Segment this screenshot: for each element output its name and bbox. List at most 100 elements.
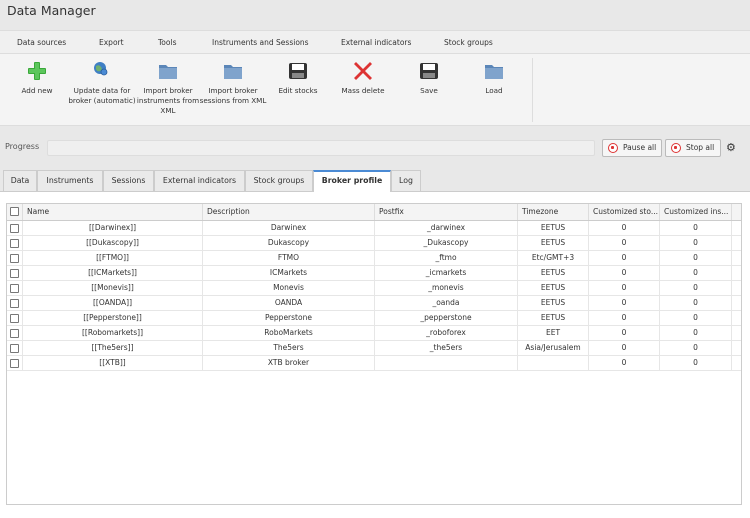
cell-customized-instruments: 0 (660, 251, 732, 266)
table-row[interactable]: [[Pepperstone]] Pepperstone _pepperstone EE… (7, 311, 741, 326)
row-checkbox[interactable] (10, 284, 19, 293)
row-checkbox[interactable] (10, 224, 19, 233)
table-row[interactable]: [[Monevis]] Monevis _monevis EETUS 0 0 (7, 281, 741, 296)
cell-customized-instruments: 0 (660, 356, 732, 371)
menu-tools[interactable]: Tools (158, 38, 176, 47)
cell-postfix: _pepperstone (375, 311, 518, 326)
table-row[interactable]: [[OANDA]] OANDA _oanda EETUS 0 0 (7, 296, 741, 311)
col-description[interactable]: Description (203, 204, 375, 220)
gear-icon[interactable]: ⚙ (726, 141, 736, 154)
table-row[interactable]: [[Dukascopy]] Dukascopy _Dukascopy EETUS 0 0 (7, 236, 741, 251)
tab-external-indicators[interactable]: External indicators (154, 170, 245, 191)
cell-name: [[ICMarkets]] (23, 266, 203, 281)
tab-sessions[interactable]: Sessions (103, 170, 154, 191)
cell-customized-instruments: 0 (660, 236, 732, 251)
table-row[interactable]: [[Darwinex]] Darwinex _darwinex EETUS 0 0 (7, 221, 741, 236)
cell-name: [[Monevis]] (23, 281, 203, 296)
edit-stocks-button[interactable]: Edit stocks (263, 60, 333, 96)
cell-customized-stocks: 0 (589, 296, 660, 311)
progress-label: Progress (5, 142, 40, 151)
title-bar: Data Manager (0, 0, 750, 30)
cell-customized-instruments: 0 (660, 341, 732, 356)
col-name[interactable]: Name (23, 204, 203, 220)
tab-stock-groups[interactable]: Stock groups (245, 170, 313, 191)
cell-name: [[Pepperstone]] (23, 311, 203, 326)
toolbar: Add new Update data for broker (automati… (0, 54, 750, 126)
mass-delete-button[interactable]: Mass delete (328, 60, 398, 96)
pause-all-label: Pause all (623, 143, 657, 152)
row-checkbox[interactable] (10, 299, 19, 308)
cell-description: XTB broker (203, 356, 375, 371)
cell-name: [[Dukascopy]] (23, 236, 203, 251)
cell-description: Darwinex (203, 221, 375, 236)
folder-icon (159, 65, 177, 79)
row-select-cell (7, 281, 23, 296)
load-button[interactable]: Load (459, 60, 529, 96)
folder-icon (224, 65, 242, 79)
cell-timezone (518, 356, 589, 371)
table-row[interactable]: [[XTB]] XTB broker 0 0 (7, 356, 741, 371)
menu-instruments-and-sessions[interactable]: Instruments and Sessions (212, 38, 309, 47)
table-row[interactable]: [[Robomarkets]] RoboMarkets _roboforex EET 0… (7, 326, 741, 341)
cell-description: RoboMarkets (203, 326, 375, 341)
cell-customized-stocks: 0 (589, 311, 660, 326)
save-button[interactable]: Save (394, 60, 464, 96)
cell-name: [[Darwinex]] (23, 221, 203, 236)
toolbar-divider (532, 58, 533, 122)
app-title: Data Manager (7, 3, 96, 18)
cell-description: The5ers (203, 341, 375, 356)
add-new-button[interactable]: Add new (2, 60, 72, 96)
row-checkbox[interactable] (10, 314, 19, 323)
row-checkbox[interactable] (10, 254, 19, 263)
cell-postfix (375, 356, 518, 371)
table-row[interactable]: [[FTMO]] FTMO _ftmo Etc/GMT+3 0 0 (7, 251, 741, 266)
col-postfix[interactable]: Postfix (375, 204, 518, 220)
import-sessions-label: Import broker sessions from XML (199, 86, 267, 105)
table-row[interactable]: [[The5ers]] The5ers _the5ers Asia/Jerusalem… (7, 341, 741, 356)
cell-customized-instruments: 0 (660, 281, 732, 296)
cell-postfix: _monevis (375, 281, 518, 296)
pause-icon (608, 143, 618, 153)
cell-postfix: _Dukascopy (375, 236, 518, 251)
save-label: Save (420, 86, 438, 95)
cell-postfix: _icmarkets (375, 266, 518, 281)
update-data-button[interactable]: Update data for broker (automatic) (67, 60, 137, 106)
cell-description: ICMarkets (203, 266, 375, 281)
row-select-cell (7, 341, 23, 356)
broker-profile-grid: Name Description Postfix Timezone Custom… (6, 203, 742, 505)
row-select-cell (7, 311, 23, 326)
row-checkbox[interactable] (10, 269, 19, 278)
tab-instruments[interactable]: Instruments (37, 170, 103, 191)
row-checkbox[interactable] (10, 239, 19, 248)
cell-customized-stocks: 0 (589, 281, 660, 296)
import-instruments-button[interactable]: Import broker instruments from XML (133, 60, 203, 116)
row-checkbox[interactable] (10, 344, 19, 353)
import-sessions-button[interactable]: Import broker sessions from XML (198, 60, 268, 106)
update-data-label: Update data for broker (automatic) (68, 86, 136, 105)
tab-broker-profile[interactable]: Broker profile (313, 170, 391, 192)
red-x-icon (354, 62, 372, 80)
add-new-label: Add new (21, 86, 53, 95)
row-checkbox[interactable] (10, 329, 19, 338)
menu-stock-groups[interactable]: Stock groups (444, 38, 493, 47)
col-customized-stocks[interactable]: Customized sto... (589, 204, 660, 220)
row-checkbox[interactable] (10, 359, 19, 368)
cell-customized-stocks: 0 (589, 266, 660, 281)
cell-postfix: _roboforex (375, 326, 518, 341)
tab-data[interactable]: Data (3, 170, 37, 191)
cell-description: Dukascopy (203, 236, 375, 251)
tab-log[interactable]: Log (391, 170, 421, 191)
pause-all-button[interactable]: Pause all (602, 139, 662, 157)
stop-all-button[interactable]: Stop all (665, 139, 721, 157)
table-row[interactable]: [[ICMarkets]] ICMarkets _icmarkets EETUS 0 0 (7, 266, 741, 281)
cell-postfix: _darwinex (375, 221, 518, 236)
menu-external-indicators[interactable]: External indicators (341, 38, 411, 47)
cell-timezone: Asia/Jerusalem (518, 341, 589, 356)
select-all-checkbox[interactable] (10, 207, 19, 216)
menu-export[interactable]: Export (99, 38, 124, 47)
menu-data-sources[interactable]: Data sources (17, 38, 66, 47)
select-all-cell (7, 204, 23, 220)
row-select-cell (7, 356, 23, 371)
col-timezone[interactable]: Timezone (518, 204, 589, 220)
col-customized-instruments[interactable]: Customized ins... (660, 204, 732, 220)
